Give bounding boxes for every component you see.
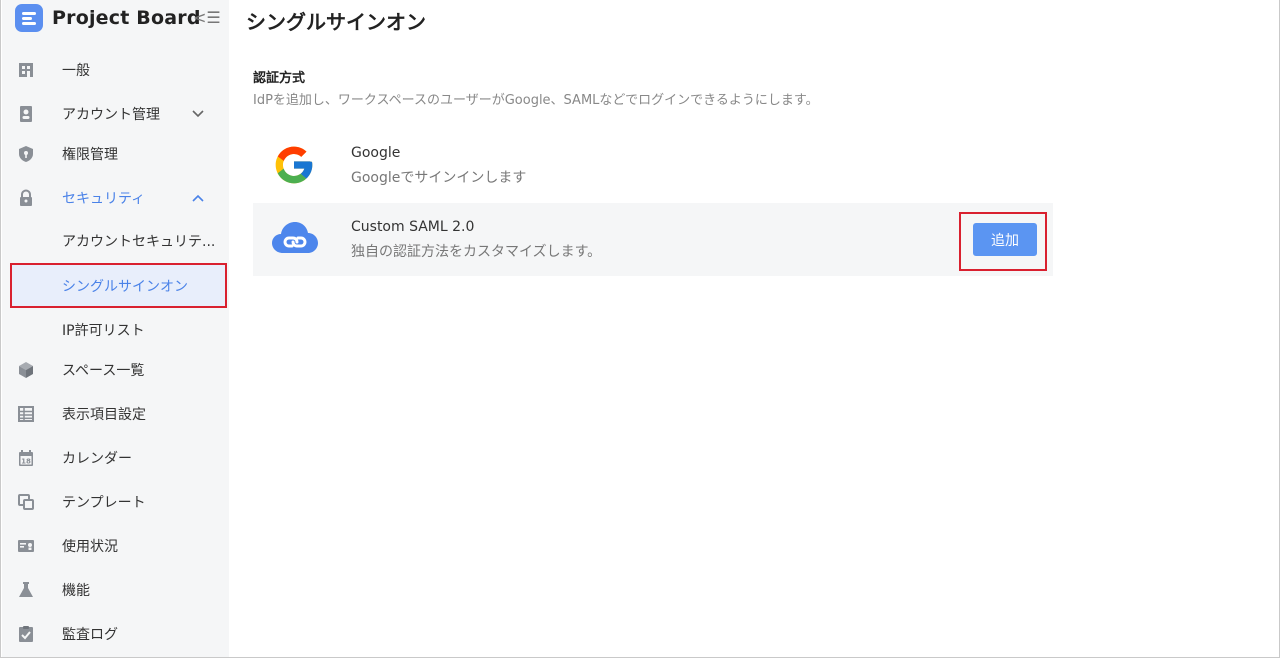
sidebar-subitem-account-security[interactable]: アカウントセキュリテ... [12,221,226,261]
sidebar-item-display-fields[interactable]: 表示項目設定 [12,394,226,434]
google-icon [271,143,317,187]
building-icon [17,61,35,79]
sidebar-subitem-ip-allowlist[interactable]: IP許可リスト [12,310,226,350]
sidebar-item-features[interactable]: 機能 [12,570,226,610]
cube-icon [17,361,35,379]
provider-name: Google [351,145,401,161]
sidebar-item-usage[interactable]: 使用状況 [12,526,226,566]
flask-icon [17,581,35,599]
sidebar-subitem-label: アカウントセキュリテ... [62,234,216,250]
chevron-up-icon[interactable] [192,191,204,205]
sidebar-item-permissions[interactable]: 権限管理 [12,134,226,174]
sidebar-item-label: カレンダー [62,451,132,467]
sidebar-item-general[interactable]: 一般 [12,50,226,90]
add-button-highlight: 追加 [959,212,1047,271]
chevron-down-icon[interactable] [192,107,204,121]
sidebar-item-label: 権限管理 [62,147,118,163]
provider-description: Googleでサインインします [351,170,527,186]
sidebar-subitem-label: シングルサインオン [62,278,188,295]
sidebar-item-label: テンプレート [62,495,146,511]
app-name: Project Board [52,7,201,29]
sidebar-item-label: 使用状況 [62,539,118,555]
calendar-icon: 18 [17,449,35,467]
calendar-icon-text: 18 [21,458,31,466]
sidebar-item-label: アカウント管理 [62,107,160,123]
add-provider-button[interactable]: 追加 [973,223,1037,256]
project-board-logo-icon [15,4,43,32]
provider-google[interactable]: Google Googleでサインインします [253,128,1053,201]
table-icon [17,405,35,423]
shield-icon [17,145,35,163]
sidebar-item-audit-log[interactable]: 監査ログ [12,614,226,654]
sidebar-item-security[interactable]: セキュリティ [12,178,226,218]
sidebar-item-label: 表示項目設定 [62,407,146,423]
sidebar-subitem-single-sign-on[interactable]: シングルサインオン [10,263,227,308]
provider-custom-saml[interactable]: Custom SAML 2.0 独自の認証方法をカスタマイズします。 [253,203,1053,276]
collapse-sidebar-icon[interactable]: <☰ [193,8,221,28]
cloud-link-icon [271,219,318,263]
sidebar-item-label: 一般 [62,63,90,79]
sidebar-item-calendar[interactable]: 18 カレンダー [12,438,226,478]
copy-icon [17,493,35,511]
lock-icon [17,189,35,207]
provider-description: 独自の認証方法をカスタマイズします。 [351,244,602,260]
sidebar: Project Board <☰ 一般 アカウント管理 権限管理 セキュリティ … [2,0,229,657]
section-description: IdPを追加し、ワークスペースのユーザーがGoogle、SAMLなどでログインで… [253,93,819,108]
sidebar-item-label: 機能 [62,583,90,599]
sidebar-item-templates[interactable]: テンプレート [12,482,226,522]
section-title: 認証方式 [253,71,306,86]
page-title: シングルサインオン [246,10,426,34]
sidebar-item-label: セキュリティ [62,191,146,207]
sidebar-subitem-label: IP許可リスト [62,323,145,339]
provider-name: Custom SAML 2.0 [351,219,475,235]
clipboard-check-icon [17,625,35,643]
usage-icon [17,537,35,555]
sidebar-item-spaces[interactable]: スペース一覧 [12,350,226,390]
contact-card-icon [17,105,35,123]
app-frame: Project Board <☰ 一般 アカウント管理 権限管理 セキュリティ … [0,0,1280,658]
brand[interactable]: Project Board [15,4,201,32]
sidebar-item-label: スペース一覧 [62,363,145,379]
sidebar-item-account-management[interactable]: アカウント管理 [12,94,226,134]
sidebar-item-label: 監査ログ [62,627,118,643]
